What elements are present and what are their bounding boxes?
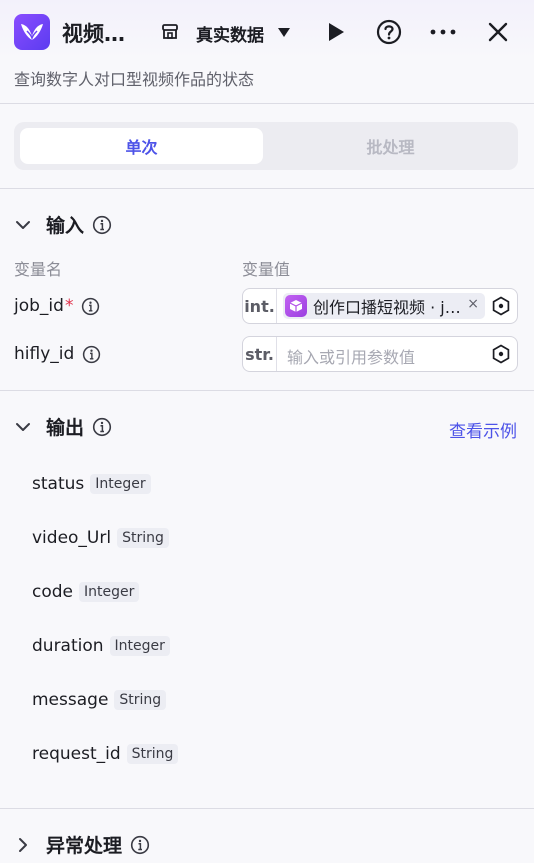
chevron-down-icon[interactable] — [14, 216, 32, 234]
store-icon[interactable] — [160, 22, 180, 42]
output-name: status — [32, 474, 85, 494]
type-tag: str. — [243, 337, 277, 371]
variable-reference-icon[interactable] — [491, 344, 511, 364]
info-icon[interactable] — [92, 417, 112, 437]
info-icon[interactable] — [130, 835, 150, 855]
more-icon[interactable] — [430, 29, 456, 35]
hifly-id-placeholder: 输入或引用参数值 — [287, 348, 416, 367]
required-mark: * — [64, 296, 74, 316]
output-section-title: 输出 — [46, 417, 85, 439]
divider — [0, 188, 534, 189]
output-type-badge: String — [114, 690, 167, 710]
col-variable-value: 变量值 — [242, 260, 291, 279]
panel-header: 视频… 真实数据 — [0, 0, 534, 64]
info-icon[interactable] — [92, 215, 112, 235]
output-name: code — [32, 582, 73, 602]
data-mode-select[interactable]: 真实数据 — [196, 21, 264, 46]
play-icon[interactable] — [327, 22, 345, 42]
output-name: duration — [32, 636, 104, 656]
remove-reference-icon[interactable]: × — [467, 296, 479, 312]
chevron-right-icon[interactable] — [14, 836, 32, 854]
output-type-badge: Integer — [79, 582, 140, 602]
divider — [0, 390, 534, 391]
output-row: message String — [32, 690, 167, 710]
tab-single[interactable]: 单次 — [20, 128, 263, 164]
hifly-id-field[interactable]: str. 输入或引用参数值 — [242, 336, 518, 372]
node-panel: 视频… 真实数据 查询数字人对口型视频作品的状态 单次 批处理 输入 变量名 变… — [0, 0, 534, 863]
input-row-hifly-id: hifly_id — [14, 344, 101, 364]
output-row: video_Url String — [32, 528, 169, 548]
output-name: request_id — [32, 744, 121, 764]
output-row: request_id String — [32, 744, 179, 764]
col-variable-name: 变量名 — [14, 260, 63, 279]
info-icon[interactable] — [81, 297, 100, 316]
output-name: message — [32, 690, 109, 710]
app-logo-icon — [14, 14, 50, 50]
help-icon[interactable] — [376, 19, 402, 45]
output-type-badge: String — [126, 744, 179, 764]
tab-batch[interactable]: 批处理 — [269, 128, 512, 164]
var-name: job_id — [14, 296, 64, 316]
error-section-title: 异常处理 — [46, 835, 123, 857]
output-section-header[interactable]: 输出 — [14, 413, 112, 440]
node-description: 查询数字人对口型视频作品的状态 — [14, 70, 255, 89]
node-cube-icon — [285, 295, 307, 317]
run-mode-tabs: 单次 批处理 — [14, 122, 518, 170]
input-section-header[interactable]: 输入 — [14, 211, 112, 238]
divider — [0, 808, 534, 809]
output-type-badge: Integer — [109, 636, 170, 656]
view-example-link[interactable]: 查看示例 — [449, 417, 517, 442]
caret-down-icon[interactable] — [278, 28, 290, 37]
output-type-badge: Integer — [90, 474, 151, 494]
type-tag: int. — [243, 289, 277, 323]
chevron-down-icon[interactable] — [14, 418, 32, 436]
output-row: duration Integer — [32, 636, 170, 656]
divider — [0, 103, 534, 104]
variable-reference-icon[interactable] — [491, 296, 511, 316]
var-name: hifly_id — [14, 344, 75, 364]
reference-text: 创作口播短视频 · j… — [313, 298, 461, 317]
node-title: 视频… — [62, 22, 125, 46]
output-name: video_Url — [32, 528, 112, 548]
reference-chip[interactable]: 创作口播短视频 · j… × — [283, 293, 485, 319]
input-row-job-id: job_id * — [14, 296, 100, 316]
output-type-badge: String — [117, 528, 169, 548]
output-row: code Integer — [32, 582, 140, 602]
info-icon[interactable] — [82, 345, 101, 364]
error-section-header[interactable]: 异常处理 — [14, 831, 150, 858]
close-icon[interactable] — [487, 21, 509, 43]
job-id-field[interactable]: int. 创作口播短视频 · j… × — [242, 288, 518, 324]
output-row: status Integer — [32, 474, 151, 494]
input-section-title: 输入 — [46, 215, 85, 237]
